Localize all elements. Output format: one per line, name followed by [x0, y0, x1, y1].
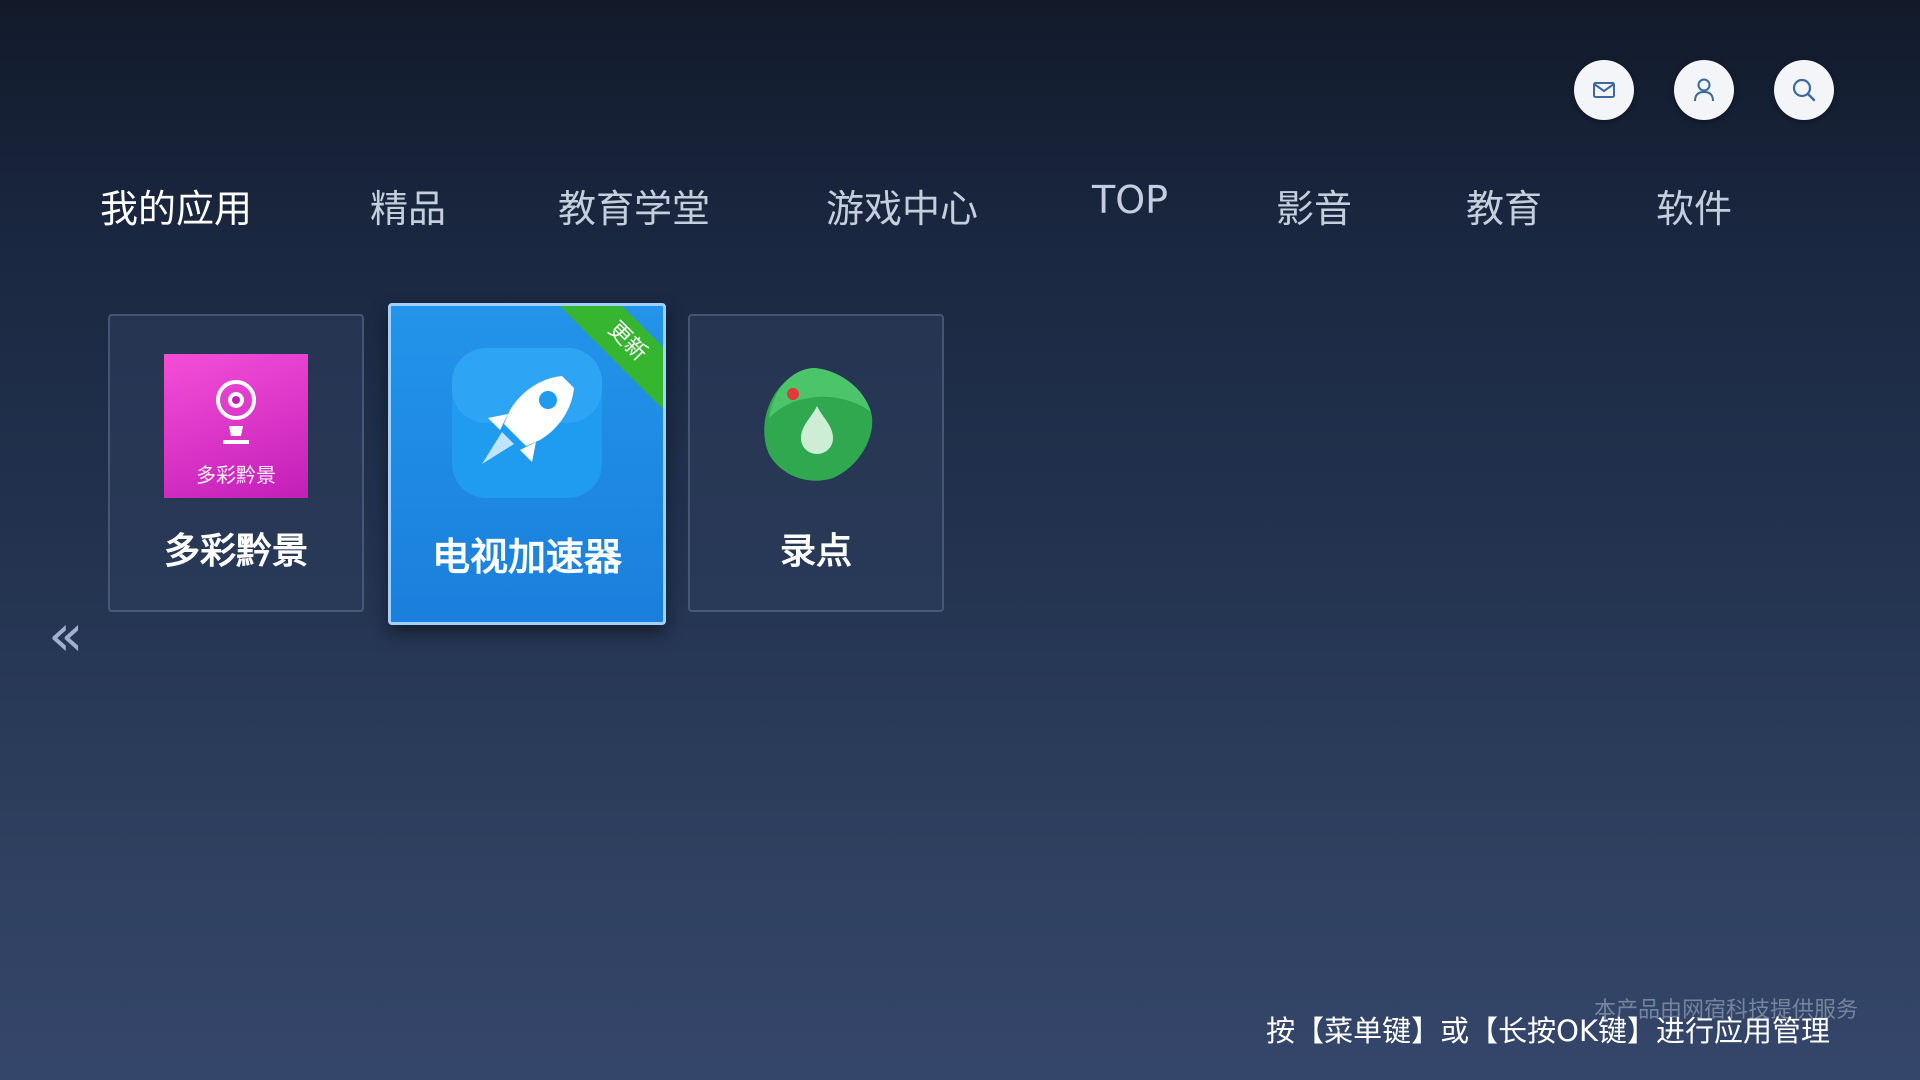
app-card-tv-accelerator[interactable]: 更新 电视加速器: [388, 303, 666, 625]
rocket-icon: [452, 348, 602, 502]
duocai-icon-text: 多彩黔景: [196, 463, 276, 487]
tab-media[interactable]: 影音: [1276, 178, 1352, 233]
camera-icon: [216, 380, 256, 444]
search-button[interactable]: [1774, 60, 1834, 120]
scroll-left-arrow-icon[interactable]: «: [48, 606, 84, 664]
header-actions: [1574, 60, 1834, 120]
app-card-duocai[interactable]: 多彩黔景 多彩黔景: [108, 314, 364, 612]
app-card-ludian[interactable]: 录点: [688, 314, 944, 612]
search-icon: [1792, 78, 1816, 102]
app-label: 多彩黔景: [163, 531, 308, 572]
tab-game-center[interactable]: 游戏中心: [826, 178, 978, 233]
tab-software[interactable]: 软件: [1656, 178, 1732, 233]
tab-education-school[interactable]: 教育学堂: [558, 178, 710, 233]
app-label: 电视加速器: [431, 535, 622, 579]
duocai-app-icon: 多彩黔景: [164, 354, 308, 498]
tab-top[interactable]: TOP: [1092, 178, 1168, 222]
tab-featured[interactable]: 精品: [370, 178, 446, 233]
app-management-hint: 按【菜单键】或【长按OK键】进行应用管理: [1266, 1014, 1830, 1048]
tab-my-apps[interactable]: 我的应用: [100, 178, 252, 233]
mail-icon: [1593, 82, 1615, 98]
ludian-app-icon: [751, 360, 881, 494]
tab-education[interactable]: 教育: [1466, 178, 1542, 233]
user-icon: [1694, 78, 1714, 102]
mail-button[interactable]: [1574, 60, 1634, 120]
user-button[interactable]: [1674, 60, 1734, 120]
app-label: 录点: [779, 531, 852, 572]
